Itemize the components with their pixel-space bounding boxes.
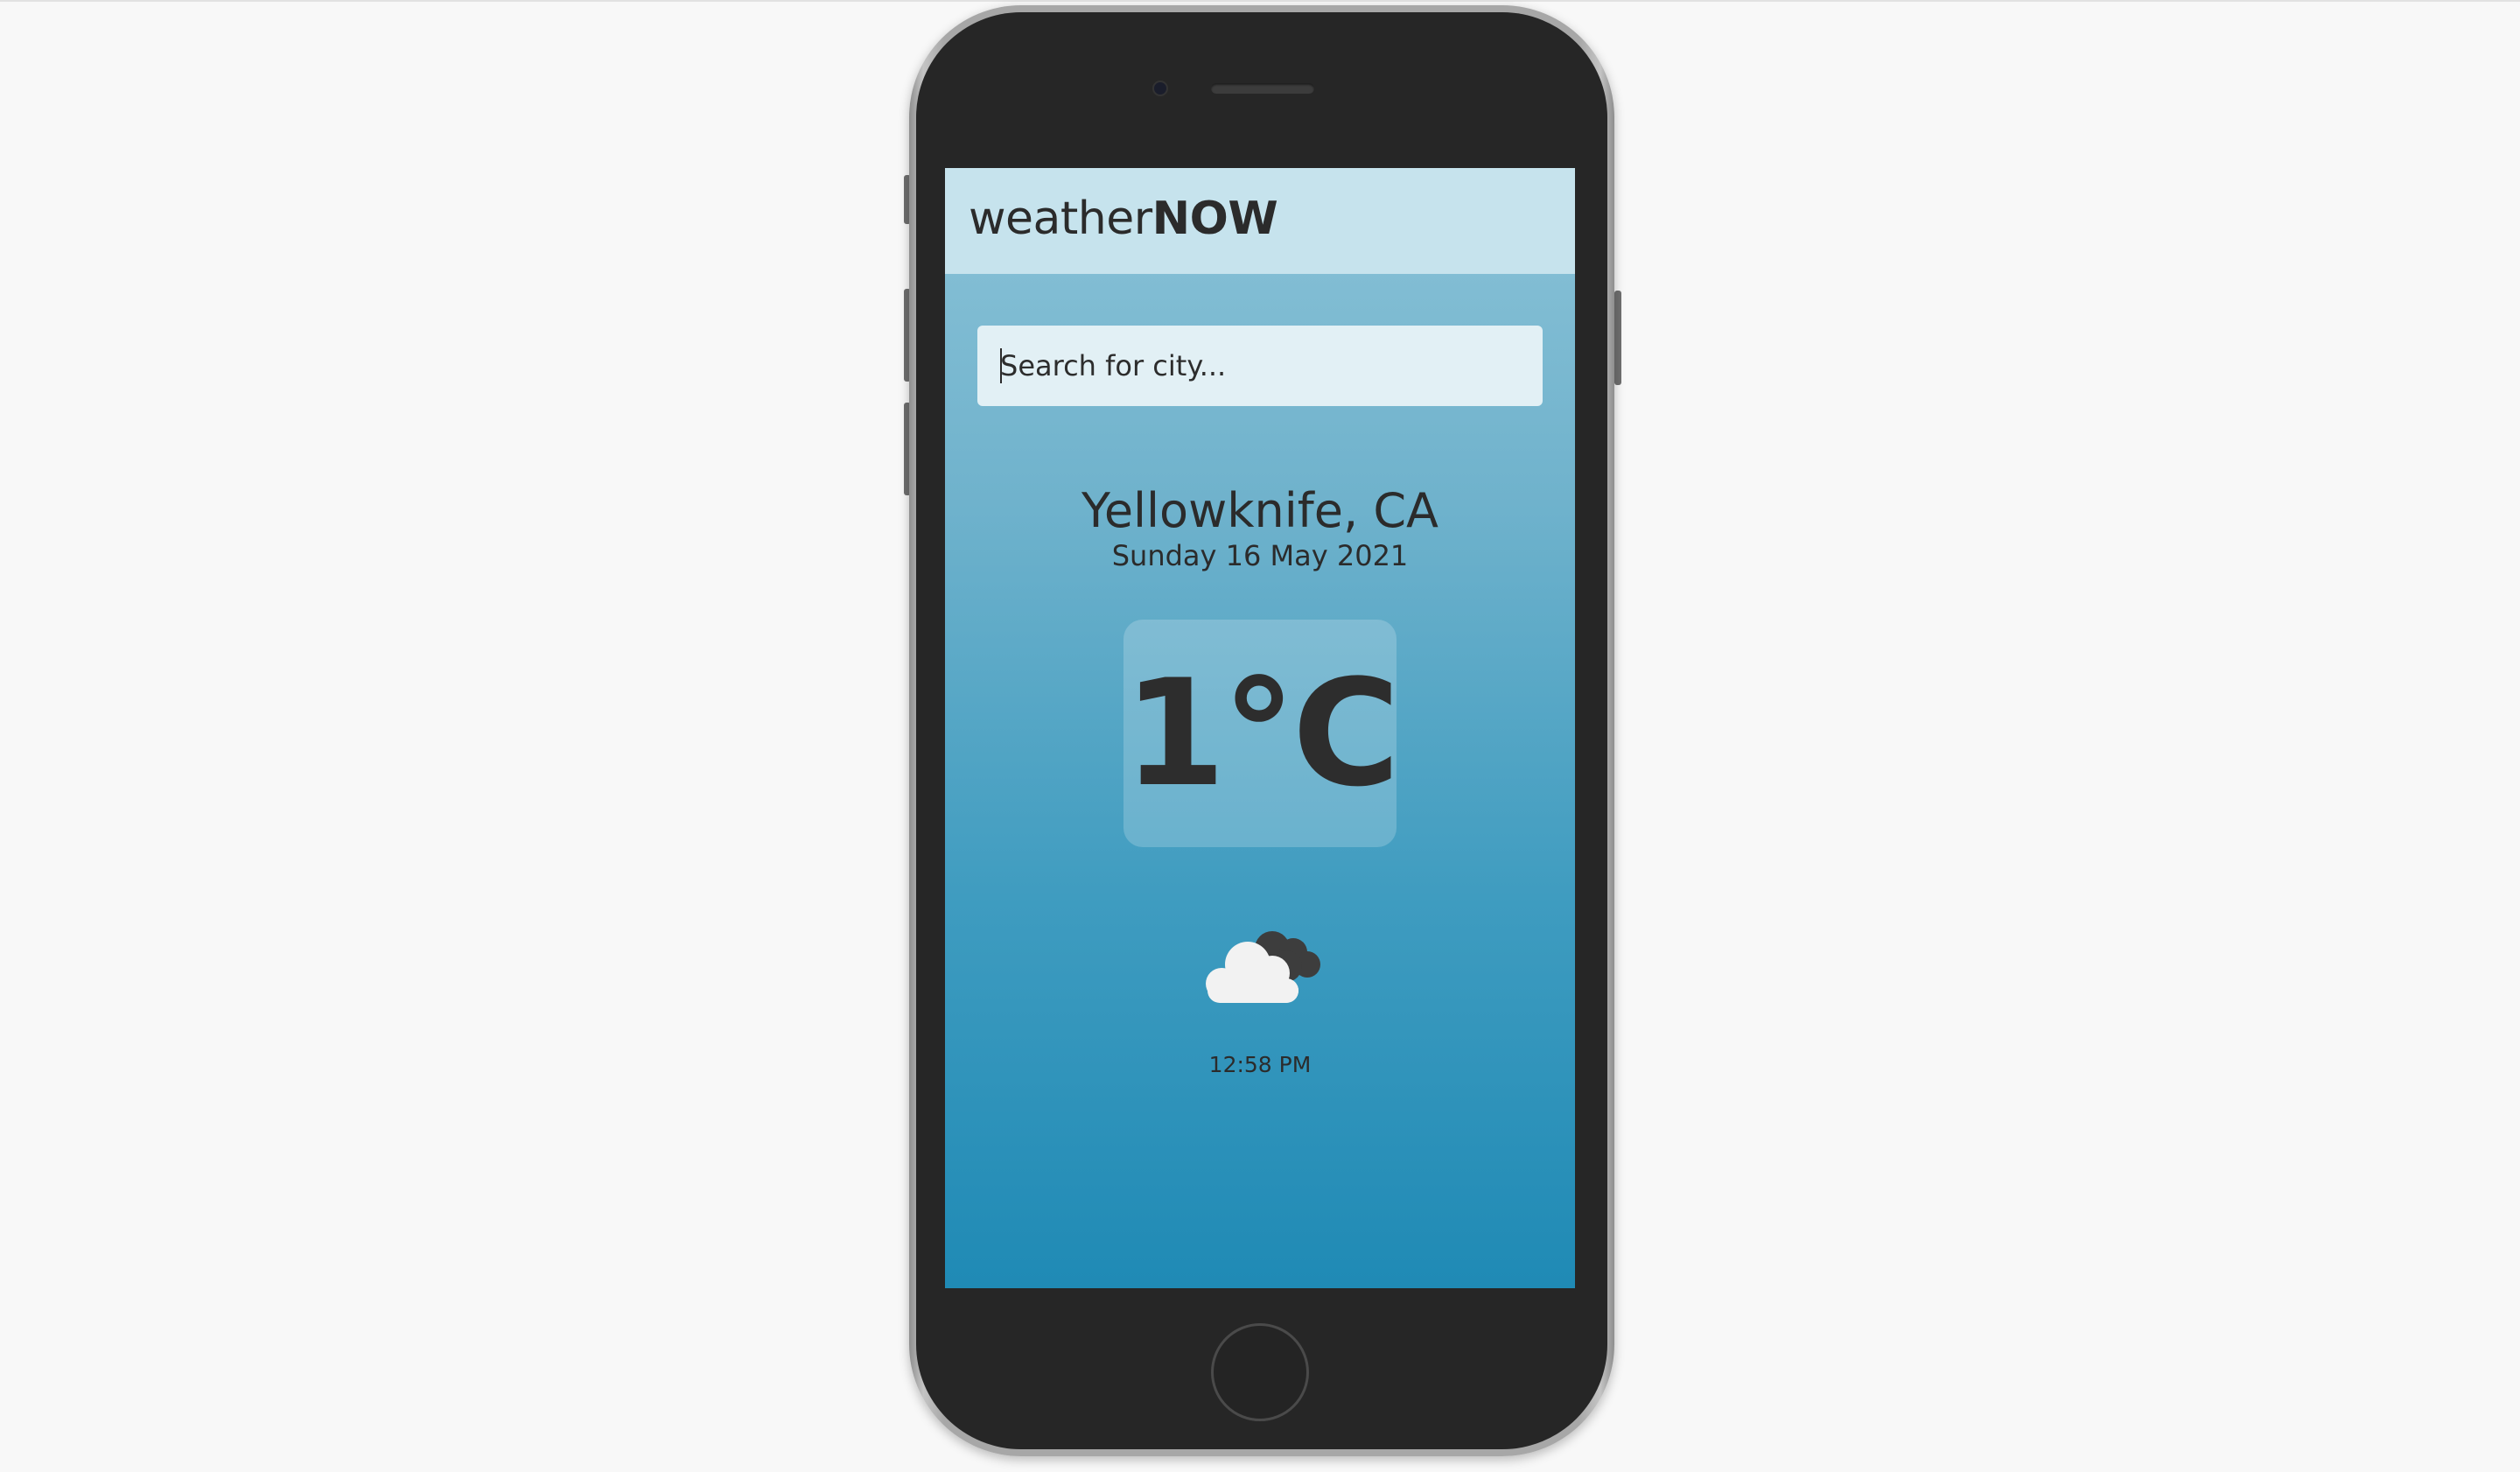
home-button[interactable] (1211, 1323, 1309, 1421)
logo-text-now: NOW (1152, 193, 1278, 245)
city-search-input[interactable] (977, 326, 1543, 406)
temperature-card: 1°C (1124, 620, 1400, 847)
temperature-value: 1°C (1124, 648, 1400, 819)
cloud-icon (1206, 931, 1320, 1003)
app-logo[interactable]: weatherNOW (969, 193, 1278, 245)
front-camera-icon (1152, 81, 1168, 96)
local-time: 12:58 PM (1208, 1052, 1312, 1077)
current-date: Sunday 16 May 2021 (1111, 539, 1409, 572)
text-caret (1000, 348, 1002, 383)
app-header: weatherNOW (945, 168, 1575, 274)
app-screen: weatherNOW Yellowknife, CA Sunday 16 May… (945, 168, 1575, 1288)
location-name: Yellowknife, CA (1082, 483, 1438, 538)
logo-text-weather: weather (969, 193, 1152, 245)
page-top-border (0, 0, 2520, 2)
earpiece-speaker (1211, 83, 1314, 94)
search-box[interactable] (977, 326, 1543, 406)
power-button (1614, 291, 1621, 385)
